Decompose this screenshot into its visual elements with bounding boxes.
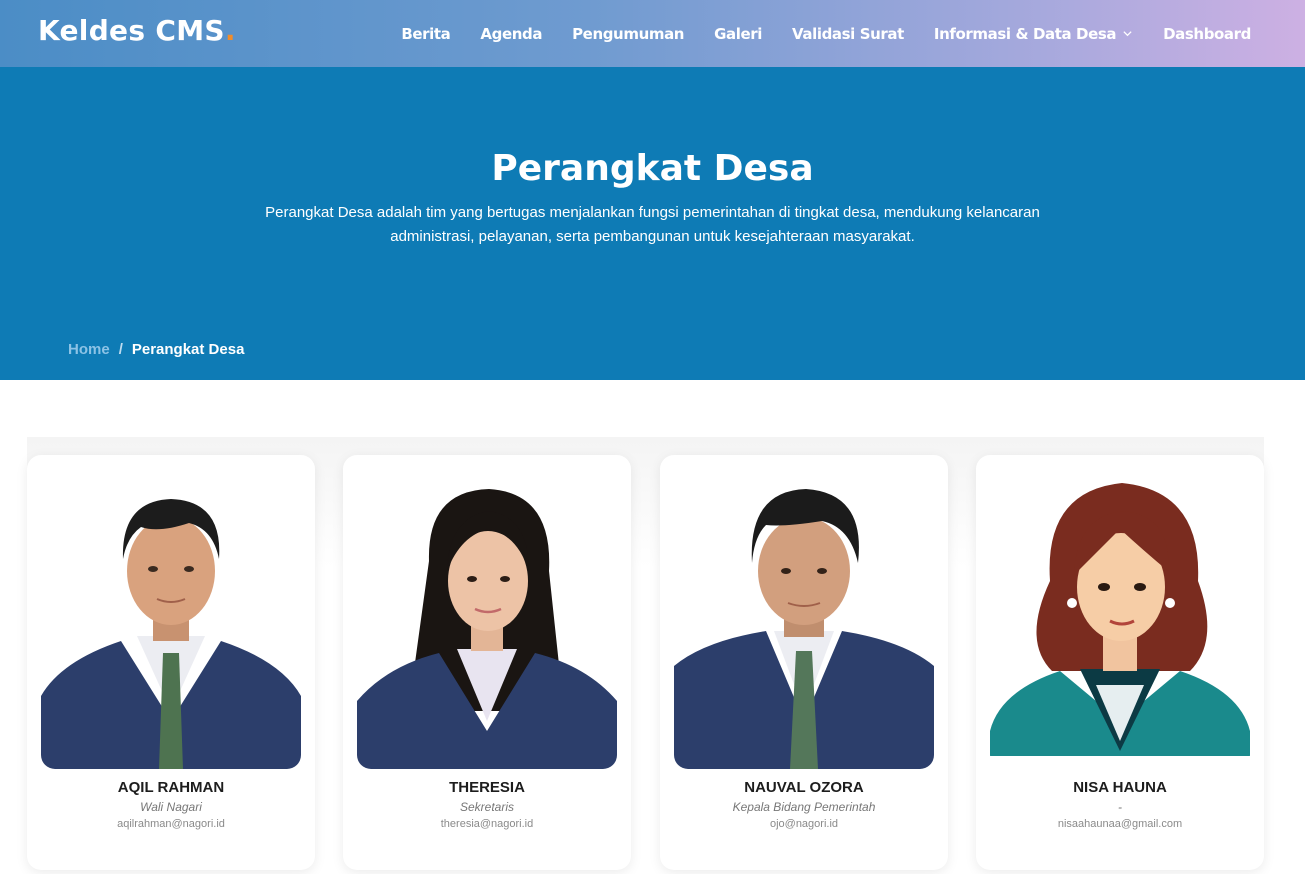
team-card[interactable]: NISA HAUNA - nisaahaunaa@gmail.com [976, 455, 1264, 870]
page-description: Perangkat Desa adalah tim yang bertugas … [265, 204, 1040, 245]
breadcrumb-current: Perangkat Desa [131, 341, 245, 358]
member-name: AQIL RAHMAN [117, 779, 225, 796]
nav-dashboard[interactable]: Dashboard [1163, 25, 1251, 43]
breadcrumb-home[interactable]: Home [68, 341, 110, 358]
nav-informasi-data-desa[interactable]: Informasi & Data Desa [934, 25, 1133, 43]
main-nav: Berita Agenda Pengumuman Galeri Validasi… [401, 0, 1251, 67]
nav-validasi-surat[interactable]: Validasi Surat [792, 25, 904, 43]
member-role: Wali Nagari [140, 800, 202, 814]
top-navbar: Keldes CMS. Berita Agenda Pengumuman Gal… [0, 0, 1305, 67]
member-role: - [1118, 800, 1122, 814]
member-email: ojo@nagori.id [769, 818, 839, 830]
member-name: NAUVAL OZORA [744, 779, 864, 796]
member-email: nisaahaunaa@gmail.com [1057, 818, 1183, 830]
brand-dot: . [224, 14, 236, 47]
page-hero: Perangkat Desa Perangkat Desa adalah tim… [0, 67, 1305, 380]
team-card[interactable]: THERESIA Sekretaris theresia@nagori.id [343, 455, 631, 870]
member-role: Sekretaris [459, 800, 515, 814]
nav-agenda[interactable]: Agenda [480, 25, 542, 43]
member-photo [674, 471, 934, 769]
team-card[interactable]: NAUVAL OZORA Kepala Bidang Pemerintah oj… [660, 455, 948, 870]
breadcrumb: Home / Perangkat Desa [68, 341, 244, 358]
brand-logo[interactable]: Keldes CMS. [38, 14, 236, 47]
member-name: NISA HAUNA [1073, 779, 1167, 796]
member-email: theresia@nagori.id [440, 818, 534, 830]
page-title: Perangkat Desa [491, 148, 814, 189]
member-photo [41, 471, 301, 769]
member-email: aqilrahman@nagori.id [117, 818, 225, 830]
nav-informasi-label: Informasi & Data Desa [933, 24, 1117, 43]
member-role: Kepala Bidang Pemerintah [732, 800, 876, 814]
team-grid: AQIL RAHMAN Wali Nagari aqilrahman@nagor… [27, 437, 1264, 874]
chevron-down-icon [1123, 31, 1132, 37]
member-photo [357, 471, 617, 769]
team-card[interactable]: AQIL RAHMAN Wali Nagari aqilrahman@nagor… [27, 455, 315, 870]
member-avatar-illustration [990, 471, 1250, 769]
nav-pengumuman[interactable]: Pengumuman [572, 25, 684, 43]
nav-galeri[interactable]: Galeri [714, 25, 762, 43]
member-name: THERESIA [449, 779, 525, 796]
breadcrumb-separator: / [118, 341, 123, 358]
nav-berita[interactable]: Berita [401, 25, 450, 43]
